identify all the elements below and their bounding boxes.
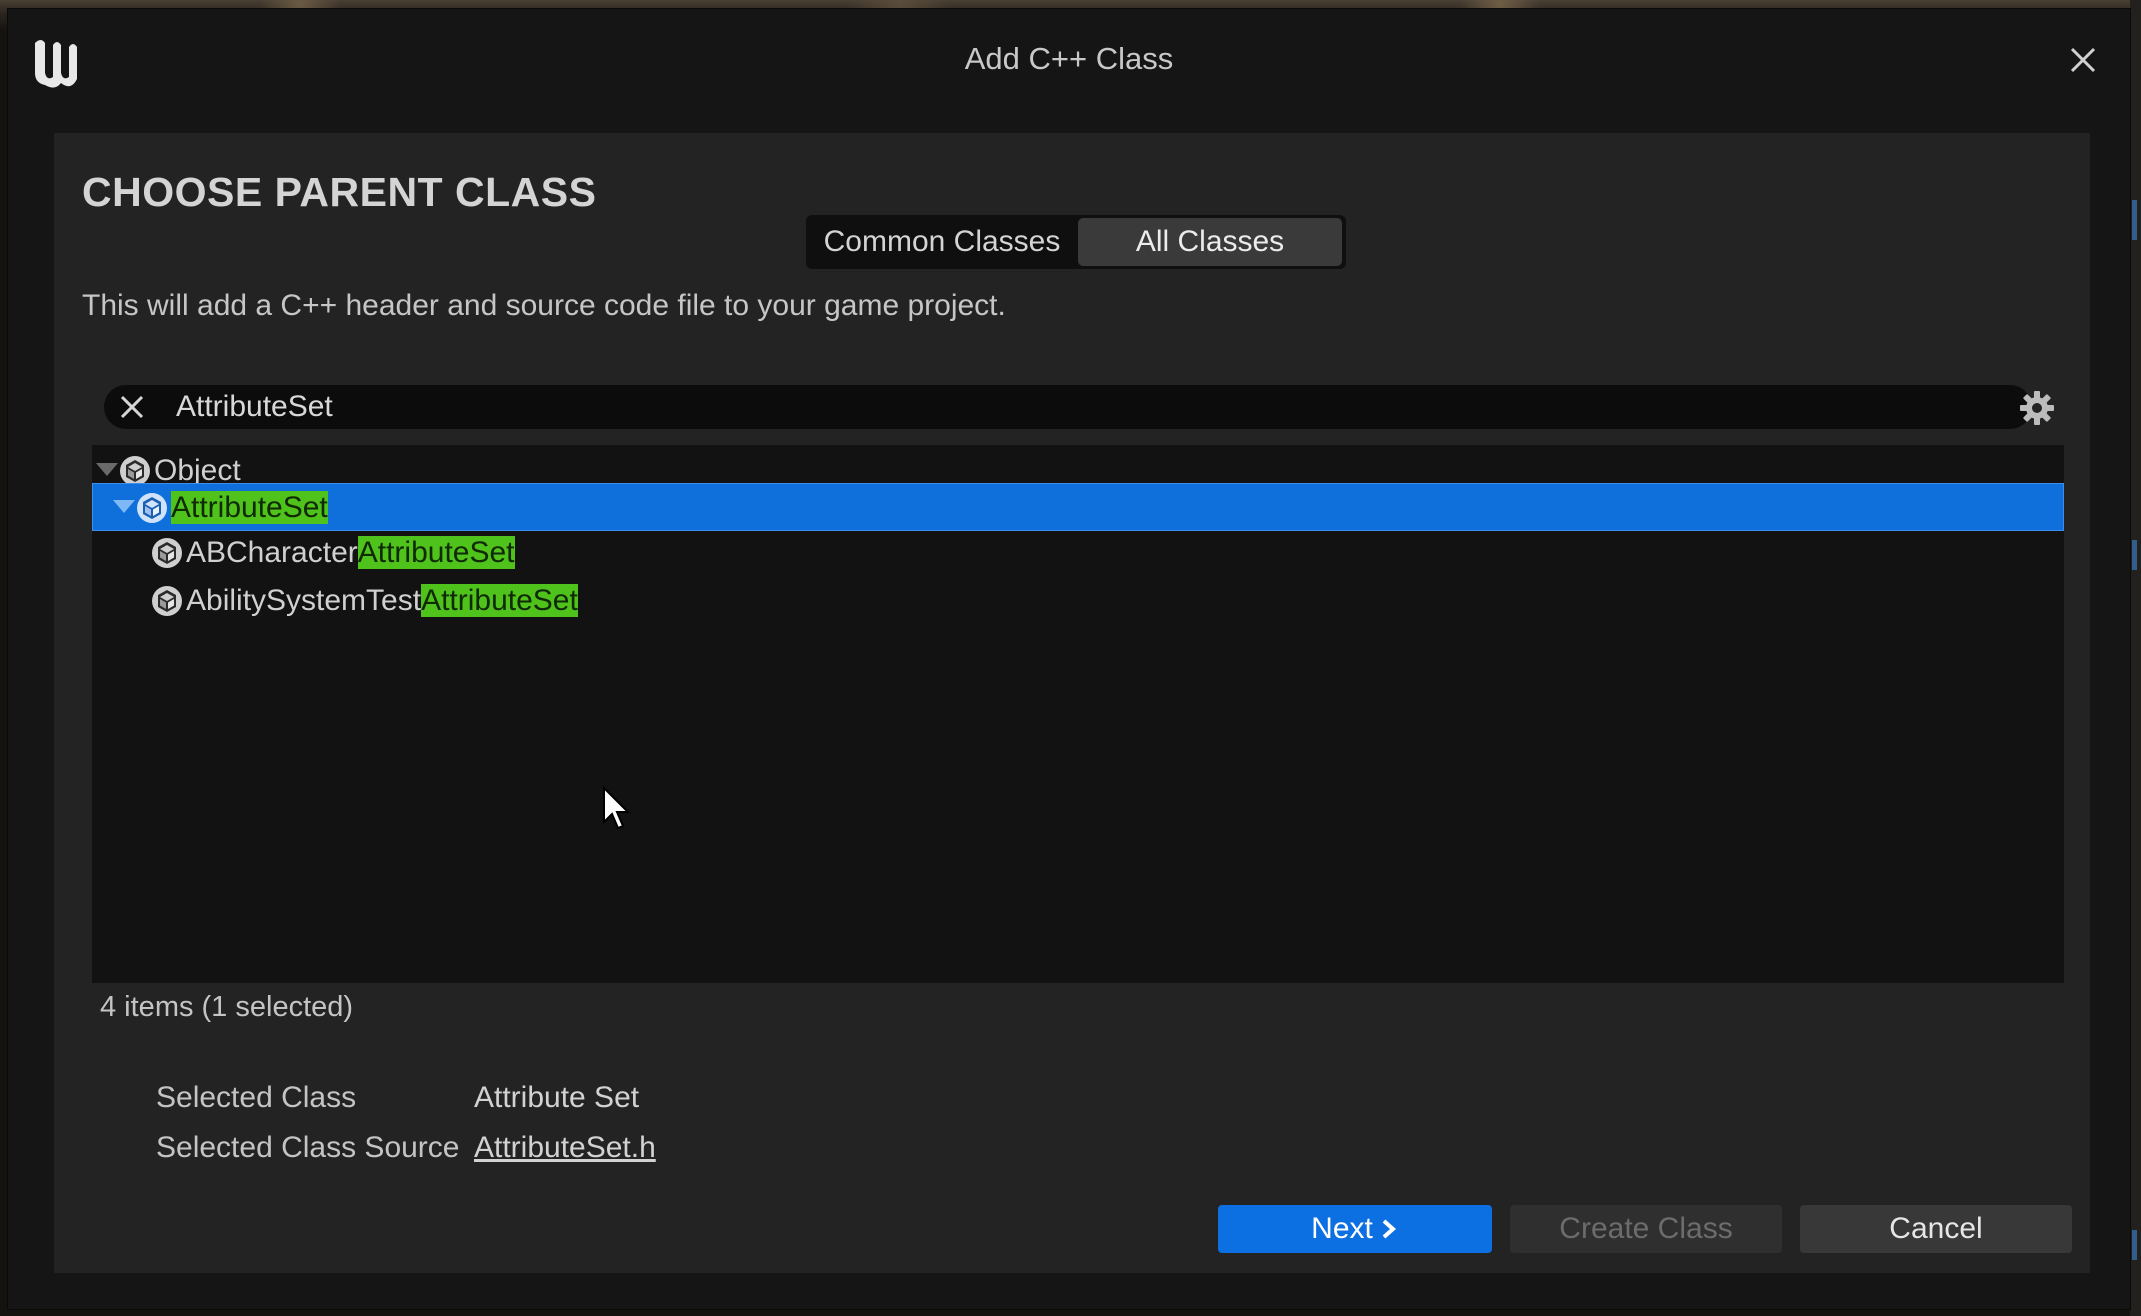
class-tree: Object AttributeSet ABCharacterAttribute… (92, 445, 2064, 983)
next-button[interactable]: Next (1218, 1205, 1492, 1253)
gear-icon (2020, 391, 2054, 425)
window-title: Add C++ Class (964, 41, 1174, 76)
selected-class-value: Attribute Set (474, 1081, 640, 1114)
selected-class-source-label: Selected Class Source (156, 1131, 460, 1164)
selected-class-source-link[interactable]: AttributeSet.h (474, 1131, 656, 1165)
choose-parent-class-panel: CHOOSE PARENT CLASS Common Classes All C… (54, 133, 2090, 1273)
tree-row-abcharacter-attributeset[interactable]: ABCharacterAttributeSet (92, 529, 2064, 577)
item-count-status: 4 items (1 selected) (100, 991, 354, 1023)
tree-row-abilitysystemtest-attributeset[interactable]: AbilitySystemTestAttributeSet (92, 577, 2064, 625)
chevron-right-icon (1382, 1219, 1396, 1239)
close-icon (120, 395, 144, 419)
class-icon (137, 493, 167, 523)
close-icon (2070, 47, 2096, 73)
tree-label: AbilitySystemTestAttributeSet (186, 584, 578, 617)
next-label: Next (1311, 1212, 1373, 1245)
page-title: CHOOSE PARENT CLASS (82, 169, 597, 215)
class-icon (152, 538, 182, 568)
expand-arrow-icon[interactable] (96, 463, 118, 476)
selected-class-label: Selected Class (156, 1081, 357, 1114)
close-button[interactable] (2058, 35, 2108, 85)
tab-common-classes[interactable]: Common Classes (810, 218, 1074, 266)
search-box (104, 385, 2032, 429)
view-options-button[interactable] (2014, 385, 2060, 431)
expand-arrow-icon[interactable] (113, 500, 135, 513)
clear-search-button[interactable] (114, 389, 150, 425)
mouse-cursor-icon (603, 786, 631, 830)
tree-label: AttributeSet (171, 491, 328, 524)
cancel-button[interactable]: Cancel (1800, 1205, 2072, 1253)
description-text: This will add a C++ header and source co… (82, 289, 1006, 322)
tree-label: ABCharacterAttributeSet (186, 536, 515, 569)
add-cpp-class-dialog: Add C++ Class CHOOSE PARENT CLASS Common… (7, 8, 2131, 1310)
search-input[interactable] (176, 385, 2006, 429)
tree-row-attributeset[interactable]: AttributeSet (92, 483, 2064, 531)
create-class-button[interactable]: Create Class (1510, 1205, 1782, 1253)
class-filter-tabs: Common Classes All Classes (806, 215, 1346, 269)
title-bar: Add C++ Class (8, 9, 2130, 109)
background-editor-strip (2130, 0, 2141, 1316)
tab-all-classes[interactable]: All Classes (1078, 218, 1342, 266)
class-icon (152, 586, 182, 616)
